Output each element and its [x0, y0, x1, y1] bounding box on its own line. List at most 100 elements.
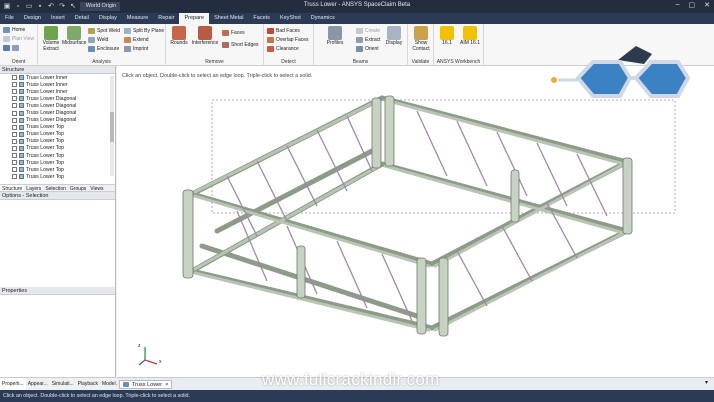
- close-button[interactable]: ✕: [704, 1, 710, 9]
- tab-design[interactable]: Design: [19, 13, 46, 24]
- clearance-button[interactable]: Clearance: [267, 46, 299, 52]
- interference-button[interactable]: Interference: [191, 26, 219, 47]
- tree-item[interactable]: Truss Lower Top: [0, 166, 115, 173]
- interference-icon: [198, 26, 212, 40]
- status-bar: Click an object. Double-click to select …: [0, 390, 714, 402]
- checkbox[interactable]: [12, 167, 17, 173]
- profiles-button[interactable]: Profiles: [324, 26, 346, 47]
- tree-item[interactable]: Truss Lower Inner: [0, 81, 115, 88]
- doc-tabs-menu-icon[interactable]: ▾: [705, 379, 708, 386]
- plan-view-button[interactable]: Plan View: [3, 36, 34, 42]
- tree-item[interactable]: Truss Lower Top: [0, 145, 115, 152]
- tree-item[interactable]: Truss Lower Top: [0, 138, 115, 145]
- body-icon: [19, 124, 24, 130]
- tree-item[interactable]: Truss Lower Diagonal: [0, 109, 115, 116]
- imprint-button[interactable]: Imprint: [124, 46, 148, 52]
- tab-simulation[interactable]: Simulati...: [50, 378, 76, 390]
- body-icon: [19, 153, 24, 159]
- tab-appearance[interactable]: Appear...: [26, 378, 50, 390]
- extend-button[interactable]: Extend: [124, 37, 149, 43]
- show-contact-button[interactable]: Show Contact: [411, 26, 431, 52]
- beam-display-button[interactable]: Display: [384, 26, 404, 47]
- aim-16-1-button[interactable]: AIM 16.1: [459, 26, 481, 47]
- checkbox[interactable]: [12, 131, 17, 137]
- checkbox[interactable]: [12, 110, 17, 116]
- tab-playback[interactable]: Playback: [76, 378, 100, 390]
- checkbox[interactable]: [12, 82, 17, 88]
- subtab-layers[interactable]: Layers: [24, 185, 43, 192]
- group-beams: Profiles Create Extract Orient Display B…: [314, 24, 408, 66]
- beam-orient-icon: [356, 46, 363, 52]
- checkbox[interactable]: [12, 160, 17, 166]
- document-icon: [123, 382, 129, 387]
- tab-measure[interactable]: Measure: [122, 13, 153, 24]
- subtab-groups[interactable]: Groups: [68, 185, 88, 192]
- checkbox[interactable]: [12, 138, 17, 144]
- checkbox[interactable]: [12, 103, 17, 109]
- bad-faces-icon: [267, 28, 274, 34]
- checkbox[interactable]: [12, 124, 17, 130]
- tree-scrollbar[interactable]: [110, 76, 114, 176]
- tab-detail[interactable]: Detail: [70, 13, 94, 24]
- spot-weld-button[interactable]: Spot Weld: [88, 28, 120, 34]
- group-validate: Show Contact Validate: [408, 24, 434, 66]
- tree-item[interactable]: Truss Lower Top: [0, 173, 115, 180]
- beam-orient-button[interactable]: Orient: [356, 46, 379, 52]
- group-analysis: Volume Extract Midsurface Spot Weld Weld…: [38, 24, 166, 66]
- minimize-button[interactable]: –: [676, 1, 680, 9]
- tab-file[interactable]: File: [0, 13, 19, 24]
- tree-item[interactable]: Truss Lower Diagonal: [0, 117, 115, 124]
- doc-tab-truss-lower[interactable]: Truss Lower ×: [119, 380, 173, 389]
- workbench-16-1-button[interactable]: 16.1: [437, 26, 457, 47]
- split-by-plane-button[interactable]: Split By Plane: [124, 28, 164, 34]
- view-tools[interactable]: [3, 45, 19, 51]
- faces-button[interactable]: Faces: [222, 30, 245, 36]
- home-button[interactable]: Home: [3, 27, 25, 33]
- tree-item[interactable]: Truss Lower Top: [0, 131, 115, 138]
- checkbox[interactable]: [12, 153, 17, 159]
- tab-repair[interactable]: Repair: [153, 13, 179, 24]
- tab-keyshot[interactable]: KeyShot: [275, 13, 306, 24]
- checkbox[interactable]: [12, 96, 17, 102]
- subtab-views[interactable]: Views: [88, 185, 105, 192]
- plan-view-icon: [3, 36, 10, 42]
- tab-insert[interactable]: Insert: [46, 13, 70, 24]
- maximize-button[interactable]: ▢: [689, 1, 696, 9]
- subtab-selection[interactable]: Selection: [43, 185, 68, 192]
- checkbox[interactable]: [12, 117, 17, 123]
- midsurface-button[interactable]: Midsurface: [62, 26, 86, 47]
- subtab-structure[interactable]: Structure: [0, 185, 25, 192]
- close-tab-icon[interactable]: ×: [165, 381, 168, 389]
- tree-item[interactable]: Truss Lower Diagonal: [0, 95, 115, 102]
- overlap-faces-button[interactable]: Overlap Faces: [267, 37, 309, 43]
- tab-facets[interactable]: Facets: [248, 13, 275, 24]
- group-orient: Home Plan View Orient: [0, 24, 38, 66]
- properties-header: Properties: [0, 287, 115, 295]
- short-edges-button[interactable]: Short Edges: [222, 42, 259, 48]
- tree-item[interactable]: Truss Lower Top: [0, 152, 115, 159]
- volume-extract-button[interactable]: Volume Extract: [41, 26, 61, 52]
- tab-dynamics[interactable]: Dynamics: [306, 13, 340, 24]
- tab-prepare[interactable]: Prepare: [179, 13, 210, 24]
- tab-sheet-metal[interactable]: Sheet Metal: [209, 13, 248, 24]
- tree-item[interactable]: Truss Lower Top: [0, 159, 115, 166]
- ribbon-tabs: File Design Insert Detail Display Measur…: [0, 13, 714, 24]
- checkbox[interactable]: [12, 174, 17, 180]
- enclosure-button[interactable]: Enclosure: [88, 46, 119, 52]
- tree-item[interactable]: Truss Lower Inner: [0, 74, 115, 81]
- tab-properties[interactable]: Properti...: [0, 378, 26, 390]
- scroll-thumb[interactable]: [110, 112, 114, 142]
- beam-create-button[interactable]: Create: [356, 28, 380, 34]
- group-workbench: 16.1 AIM 16.1 ANSYS Workbench: [434, 24, 484, 66]
- rounds-button[interactable]: Rounds: [169, 26, 189, 47]
- tree-item[interactable]: Truss Lower Top: [0, 124, 115, 131]
- checkbox[interactable]: [12, 75, 17, 81]
- checkbox[interactable]: [12, 145, 17, 151]
- weld-button[interactable]: Weld: [88, 37, 108, 43]
- beam-extract-button[interactable]: Extract: [356, 37, 381, 43]
- tree-item[interactable]: Truss Lower Inner: [0, 88, 115, 95]
- bad-faces-button[interactable]: Bad Faces: [267, 28, 300, 34]
- tab-display[interactable]: Display: [94, 13, 122, 24]
- checkbox[interactable]: [12, 89, 17, 95]
- tree-item[interactable]: Truss Lower Diagonal: [0, 102, 115, 109]
